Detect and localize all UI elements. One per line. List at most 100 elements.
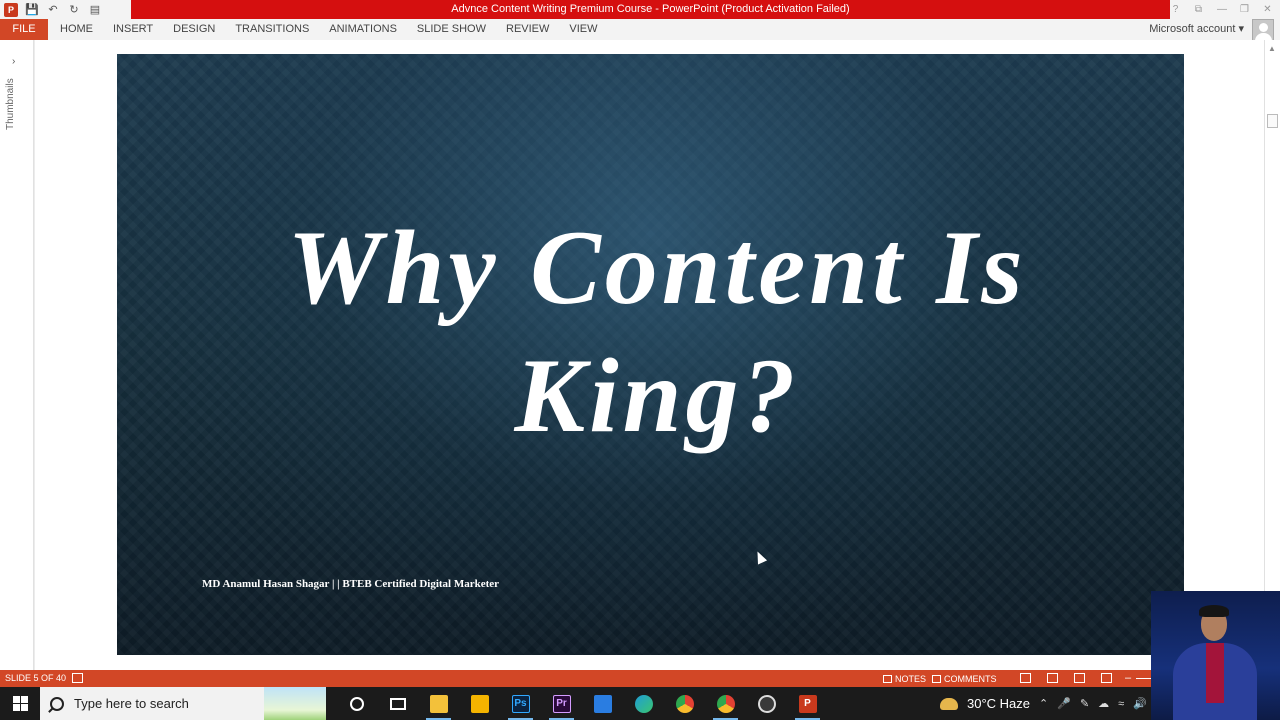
slide-title-line-1: Why Content Is xyxy=(287,209,1027,326)
avatar-head-shape xyxy=(1259,23,1268,32)
slide[interactable]: Why Content Is King? MD Anamul Hasan Sha… xyxy=(117,54,1184,655)
windows-logo-icon xyxy=(12,696,28,711)
scroll-up-icon[interactable]: ▲ xyxy=(1268,44,1276,53)
thumbnails-label: Thumbnails xyxy=(5,78,16,130)
window-title: Advnce Content Writing Premium Course - … xyxy=(131,0,1170,19)
webcam-overlay xyxy=(1151,591,1280,720)
cortana-button[interactable] xyxy=(336,687,377,720)
save-icon[interactable]: 💾 xyxy=(25,3,39,17)
taskbar-powerpoint[interactable]: P xyxy=(787,687,828,720)
taskbar-chrome[interactable] xyxy=(664,687,705,720)
tab-slide-show[interactable]: SLIDE SHOW xyxy=(417,19,486,40)
thumbnails-pane[interactable]: › Thumbnails xyxy=(0,40,34,670)
window-controls: ? ⧉ — ❐ ✕ xyxy=(1171,1,1272,17)
taskbar-store[interactable] xyxy=(459,687,500,720)
search-highlight-image xyxy=(264,687,326,720)
slide-title-line-2: King? xyxy=(514,337,800,454)
ribbon-tabs: FILE HOME INSERT DESIGN TRANSITIONS ANIM… xyxy=(0,19,1280,41)
start-from-beginning-icon[interactable]: ▤ xyxy=(88,3,102,17)
edge-icon xyxy=(634,694,653,713)
vertical-scrollbar[interactable]: ▲ xyxy=(1264,40,1280,670)
tab-home[interactable]: HOME xyxy=(60,19,93,40)
photoshop-icon: Ps xyxy=(511,694,530,713)
slide-sorter-icon[interactable] xyxy=(1047,673,1058,683)
task-view-button[interactable] xyxy=(377,687,418,720)
account-menu[interactable]: Microsoft account ▾ xyxy=(1149,19,1244,40)
notes-label: NOTES xyxy=(895,673,927,684)
tab-file[interactable]: FILE xyxy=(0,19,48,40)
volume-icon[interactable]: 🔊 xyxy=(1133,697,1147,710)
notes-icon xyxy=(883,674,892,683)
store-icon xyxy=(470,694,489,713)
status-actions: NOTES COMMENTS xyxy=(883,670,997,687)
taskbar-recorder[interactable] xyxy=(746,687,787,720)
tab-insert[interactable]: INSERT xyxy=(113,19,153,40)
taskbar-premiere[interactable]: Pr xyxy=(541,687,582,720)
powerpoint-app-icon[interactable]: P xyxy=(4,2,18,17)
restore-icon[interactable]: ❐ xyxy=(1240,4,1249,15)
slide-counter: SLIDE 5 OF 40 xyxy=(5,673,67,683)
tab-design[interactable]: DESIGN xyxy=(173,19,215,40)
pen-icon[interactable]: ✎ xyxy=(1080,697,1089,710)
status-bar: SLIDE 5 OF 40 NOTES COMMENTS – xyxy=(0,670,1280,687)
avatar[interactable] xyxy=(1252,19,1274,41)
search-placeholder: Type here to search xyxy=(74,696,189,711)
account-label: Microsoft account xyxy=(1149,23,1236,35)
screen-recorder-icon xyxy=(757,694,776,713)
chrome-icon xyxy=(716,694,735,713)
network-icon[interactable]: ≈ xyxy=(1118,698,1124,710)
folder-icon xyxy=(429,694,448,713)
taskbar-file-explorer[interactable] xyxy=(418,687,459,720)
microphone-icon[interactable]: 🎤 xyxy=(1057,697,1071,710)
slideshow-view-icon[interactable] xyxy=(1101,673,1112,683)
taskbar-photoshop[interactable]: Ps xyxy=(500,687,541,720)
minimize-icon[interactable]: — xyxy=(1217,4,1227,15)
presenter-shirt xyxy=(1206,643,1224,703)
system-tray: 30°C Haze ⌃ 🎤 ✎ ☁ ≈ 🔊 xyxy=(940,687,1147,720)
taskbar-search[interactable]: Type here to search xyxy=(40,687,326,720)
tab-animations[interactable]: ANIMATIONS xyxy=(329,19,397,40)
chevron-down-icon: ▾ xyxy=(1238,23,1244,35)
title-bar: P 💾 ↶ ↻ ▤ Advnce Content Writing Premium… xyxy=(0,0,1280,19)
search-icon xyxy=(50,696,64,711)
notes-button[interactable]: NOTES xyxy=(883,674,926,684)
undo-icon[interactable]: ↶ xyxy=(46,3,60,17)
cortana-icon xyxy=(349,696,364,711)
redo-icon[interactable]: ↻ xyxy=(67,3,81,17)
help-icon[interactable]: ? xyxy=(1171,4,1180,15)
ribbon-display-options-icon[interactable]: ⧉ xyxy=(1194,4,1203,15)
taskbar: Type here to search Ps Pr P 30°C Haze ⌃ … xyxy=(0,687,1280,720)
show-hidden-icons-icon[interactable]: ⌃ xyxy=(1039,697,1048,710)
normal-view-icon[interactable] xyxy=(1020,673,1031,683)
slide-title[interactable]: Why Content Is King? xyxy=(157,204,1157,460)
zoom-out-button[interactable]: – xyxy=(1125,670,1131,686)
presenter-hair xyxy=(1199,605,1229,617)
comments-icon xyxy=(932,674,942,683)
scrollbar-thumb[interactable] xyxy=(1267,114,1278,128)
comments-button[interactable]: COMMENTS xyxy=(932,674,997,684)
onedrive-icon[interactable]: ☁ xyxy=(1098,697,1109,710)
taskbar-edge[interactable] xyxy=(623,687,664,720)
weather-text[interactable]: 30°C Haze xyxy=(967,696,1030,711)
expand-chevron-icon[interactable]: › xyxy=(12,56,15,67)
tab-review[interactable]: REVIEW xyxy=(506,19,549,40)
start-button[interactable] xyxy=(0,687,40,720)
view-buttons xyxy=(1020,673,1112,683)
tab-transitions[interactable]: TRANSITIONS xyxy=(235,19,309,40)
chrome-icon xyxy=(675,694,694,713)
spelling-check-icon[interactable] xyxy=(72,673,83,683)
reading-view-icon[interactable] xyxy=(1074,673,1085,683)
slide-footer-text[interactable]: MD Anamul Hasan Shagar | | BTEB Certifie… xyxy=(202,578,499,590)
powerpoint-icon: P xyxy=(798,694,817,713)
mail-icon xyxy=(593,694,612,713)
weather-icon[interactable] xyxy=(940,697,958,710)
taskbar-apps: Ps Pr P xyxy=(336,687,828,720)
taskbar-chrome-2[interactable] xyxy=(705,687,746,720)
task-view-icon xyxy=(389,697,406,710)
close-icon[interactable]: ✕ xyxy=(1263,4,1272,15)
comments-label: COMMENTS xyxy=(944,673,997,684)
premiere-icon: Pr xyxy=(552,694,571,713)
taskbar-mail[interactable] xyxy=(582,687,623,720)
tab-view[interactable]: VIEW xyxy=(569,19,597,40)
ribbon-tab-list: HOME INSERT DESIGN TRANSITIONS ANIMATION… xyxy=(60,19,598,40)
